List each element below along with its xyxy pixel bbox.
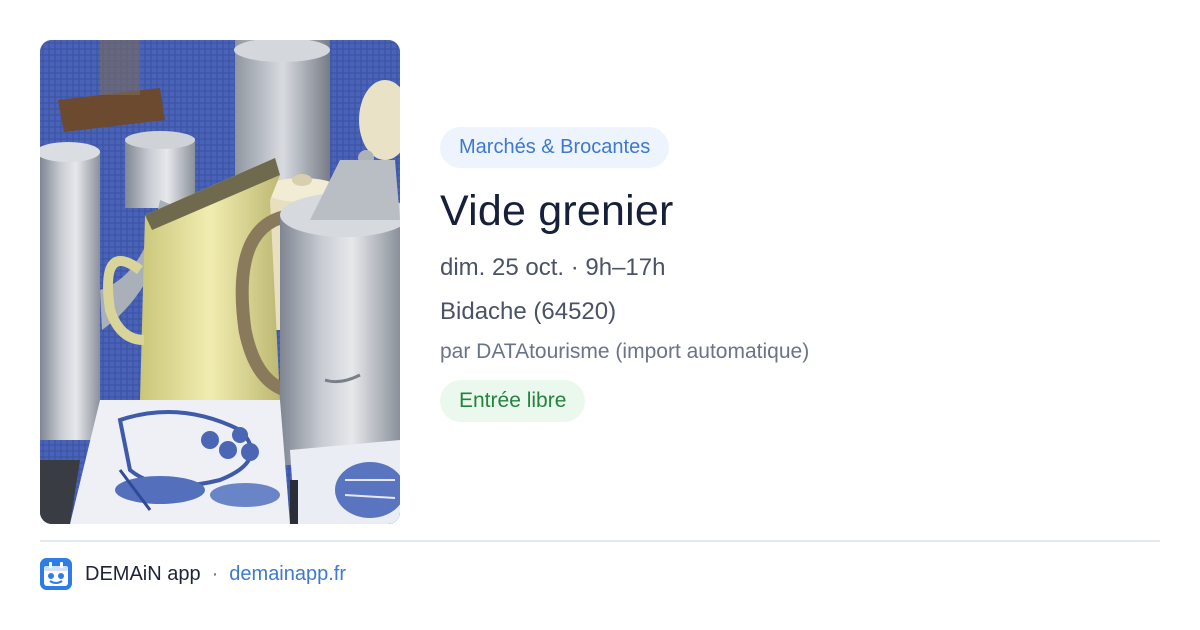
event-location: Bidache (64520) [440, 298, 617, 325]
event-info: Marchés & Brocantes Vide grenier dim. 25… [440, 127, 1160, 422]
footer-divider [40, 540, 1160, 542]
app-logo-icon[interactable] [40, 558, 72, 590]
price-badge: Entrée libre [440, 380, 586, 422]
event-organizer: par DATAtourisme (import automatique) [440, 340, 810, 363]
event-card[interactable]: Marchés & Brocantes Vide grenier dim. 25… [0, 0, 1200, 630]
event-title: Vide grenier [440, 187, 674, 235]
footer-separator: · [211, 562, 219, 585]
footer: DEMAiN app · demainapp.fr [40, 558, 346, 590]
app-url-link[interactable]: demainapp.fr [229, 563, 346, 586]
app-name: DEMAiN app [85, 562, 201, 585]
event-date-time: dim. 25 oct. · 9h–17h [440, 254, 666, 281]
category-badge[interactable]: Marchés & Brocantes [440, 127, 670, 168]
event-photo [40, 40, 400, 524]
